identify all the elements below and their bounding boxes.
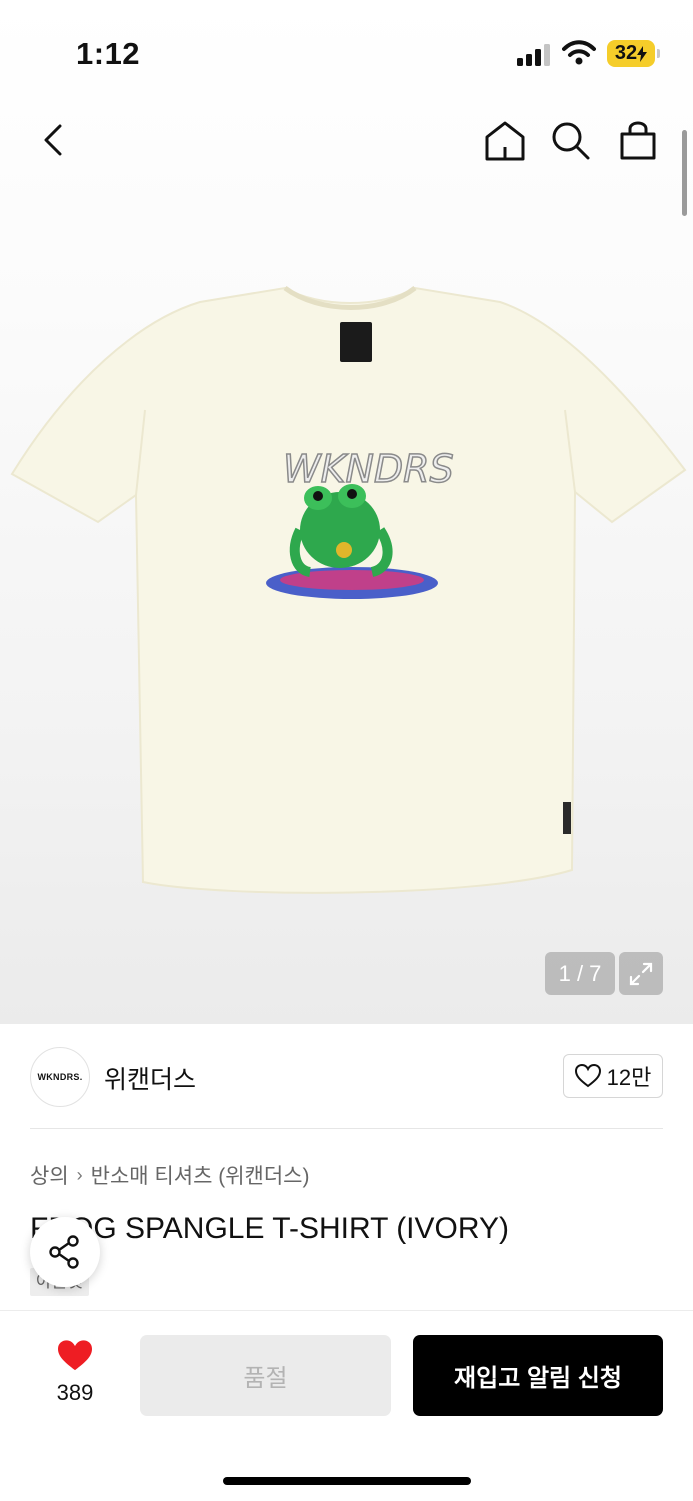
share-button[interactable]	[30, 1217, 100, 1287]
brand-logo-text: WKNDRS.	[37, 1072, 83, 1082]
wish-count: 389	[56, 1380, 94, 1405]
search-button[interactable]	[550, 119, 592, 163]
brand-logo[interactable]: WKNDRS.	[30, 1047, 90, 1107]
expand-image-button[interactable]	[619, 952, 663, 995]
status-bar: 1:12 32	[0, 0, 693, 108]
soldout-button[interactable]: 품절	[140, 1335, 391, 1416]
product-image: WKNDRS	[10, 285, 687, 894]
battery-indicator: 32	[607, 40, 655, 67]
brand-like-button[interactable]: 12만	[563, 1054, 663, 1098]
heart-outline-icon	[574, 1064, 601, 1088]
shopping-bag-icon	[620, 121, 656, 160]
bottom-action-bar: 389 품절 재입고 알림 신청	[0, 1310, 693, 1501]
status-time: 1:12	[76, 36, 141, 71]
breadcrumb-category[interactable]: 상의	[30, 1160, 69, 1190]
chevron-left-icon	[44, 124, 62, 156]
breadcrumb-subcategory[interactable]: 반소매 티셔츠 (위캔더스)	[91, 1160, 310, 1190]
heart-filled-icon	[58, 1340, 92, 1371]
divider	[30, 1128, 663, 1129]
home-indicator	[223, 1477, 471, 1485]
brand-name[interactable]: 위캔더스	[104, 1060, 196, 1096]
wish-button[interactable]: 389	[40, 1339, 110, 1409]
brand-like-count: 12만	[606, 1065, 652, 1090]
chevron-right-icon: ›	[76, 1164, 83, 1185]
battery-tip	[657, 49, 660, 58]
home-icon	[485, 121, 525, 161]
product-title: FROG SPANGLE T-SHIRT (IVORY)	[30, 1212, 509, 1245]
cellular-signal-icon	[517, 44, 550, 66]
print-graphic-text: WKNDRS	[283, 447, 454, 491]
expand-icon	[629, 962, 653, 985]
breadcrumb: 상의 › 반소매 티셔츠 (위캔더스)	[30, 1160, 310, 1190]
restock-alert-button[interactable]: 재입고 알림 신청	[413, 1335, 663, 1416]
charging-bolt-icon	[637, 45, 648, 62]
image-counter: 1 / 7	[545, 952, 615, 995]
wifi-icon	[562, 40, 596, 65]
cart-button[interactable]	[617, 118, 659, 162]
share-icon	[49, 1235, 79, 1269]
back-button[interactable]	[36, 118, 76, 162]
home-button[interactable]	[483, 119, 527, 163]
battery-level: 32	[614, 42, 638, 64]
search-icon	[552, 122, 590, 160]
scroll-indicator	[682, 130, 687, 216]
brand-row: WKNDRS. 위캔더스 12만	[0, 1042, 693, 1112]
